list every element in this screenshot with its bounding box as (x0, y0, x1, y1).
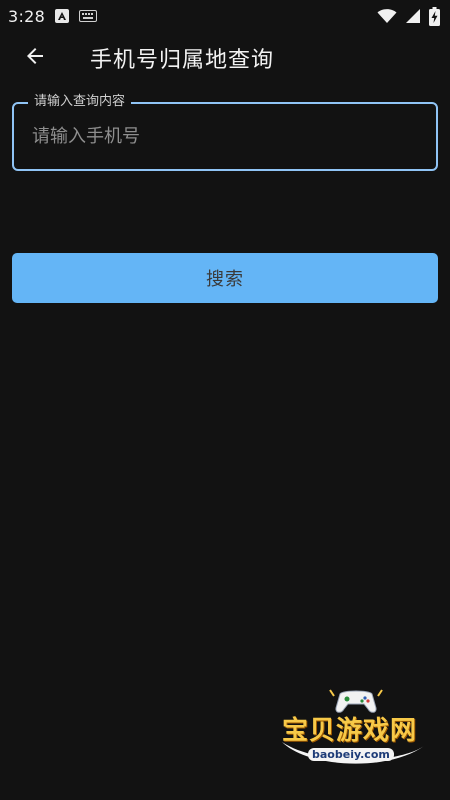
keyboard-icon (79, 10, 98, 22)
signal-icon (405, 8, 421, 24)
status-right (377, 6, 440, 26)
arrow-left-icon (23, 44, 47, 72)
watermark-url: baobeiy.com (308, 748, 394, 761)
watermark-logo: 宝贝游戏网 baobeiy.com (278, 686, 428, 786)
phone-number-input[interactable] (32, 104, 422, 169)
status-time: 3:28 (8, 6, 46, 26)
app-screen: 3:28 手机号归属地查询 请输入查询内容 请输入手机号 搜索 宝贝游戏网 ba… (0, 0, 450, 800)
search-button[interactable]: 搜索 (12, 253, 438, 303)
status-bar: 3:28 (0, 0, 450, 32)
query-field[interactable]: 请输入查询内容 (12, 93, 438, 171)
battery-charging-icon (429, 6, 440, 26)
page-title: 手机号归属地查询 (90, 48, 275, 73)
toolbar: 手机号归属地查询 (0, 32, 450, 84)
back-button[interactable] (0, 32, 70, 84)
wifi-icon (377, 8, 397, 24)
status-left: 3:28 (8, 6, 98, 26)
notification-a-icon (55, 9, 70, 23)
